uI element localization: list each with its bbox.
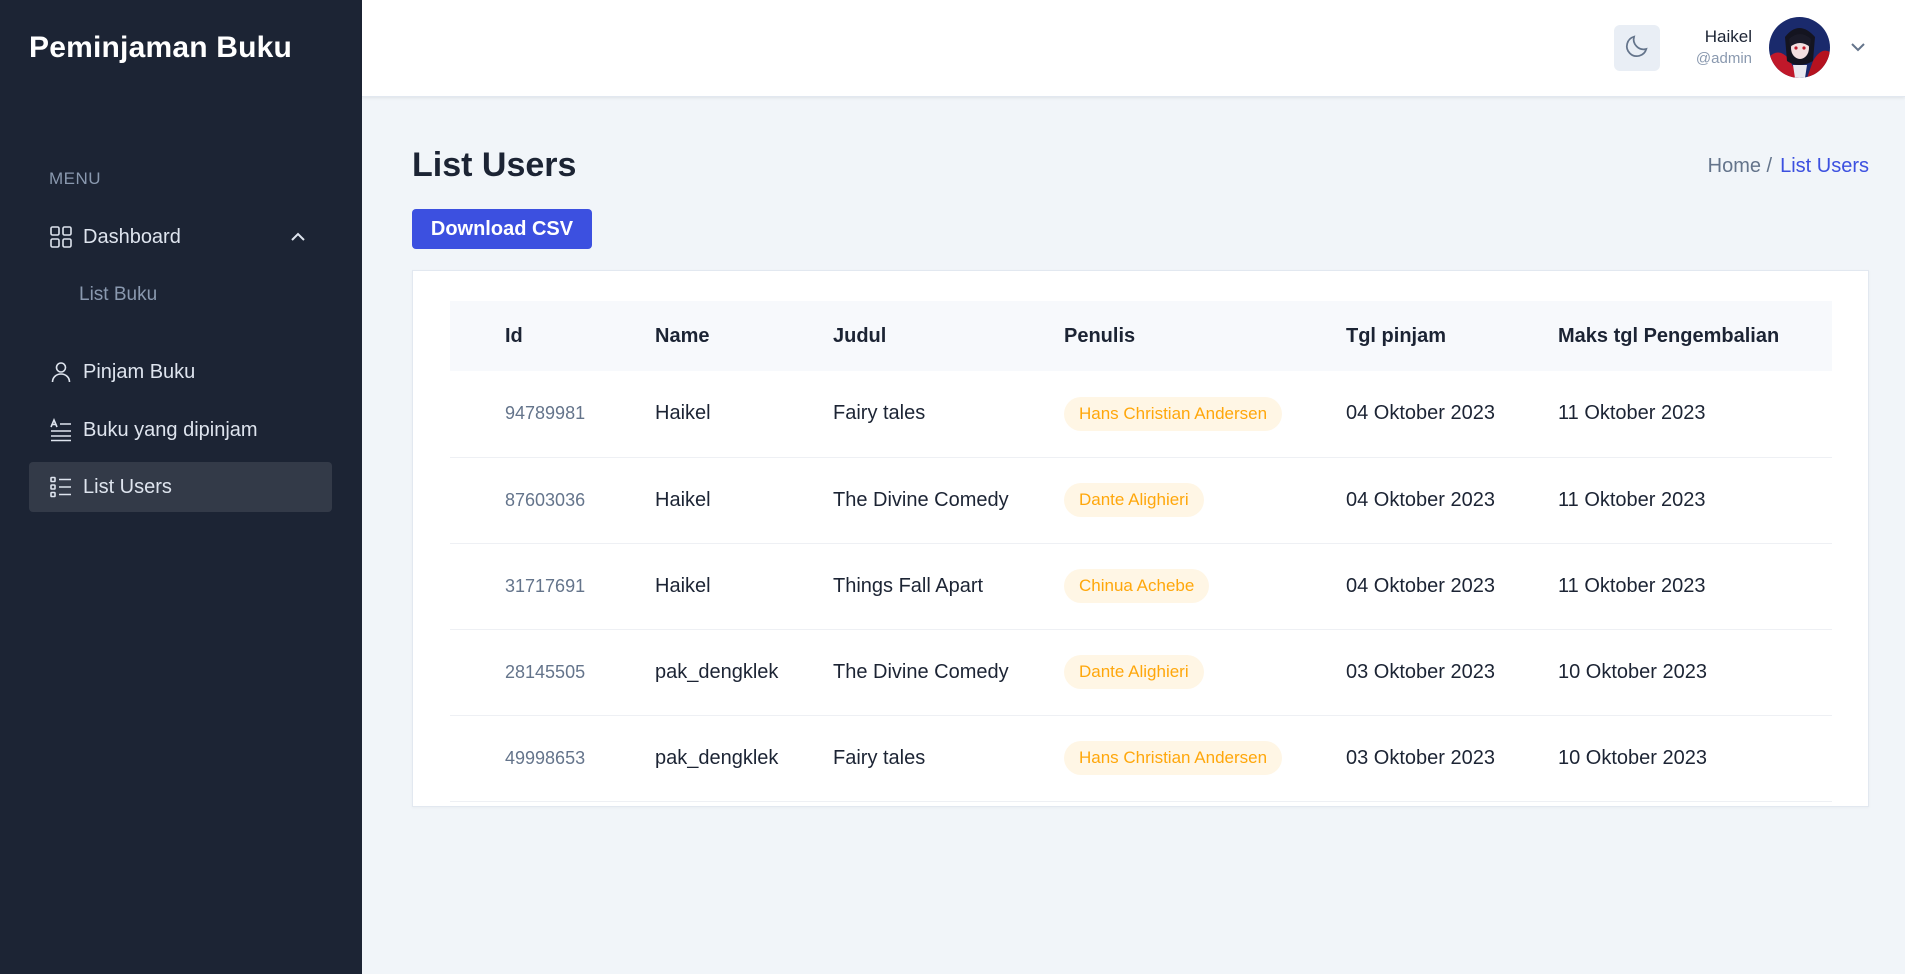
dashboard-grid-icon <box>49 225 73 249</box>
author-badge: Dante Alighieri <box>1064 655 1204 689</box>
chevron-down-icon[interactable] <box>1846 35 1870 59</box>
top-header: Haikel @admin <box>362 0 1905 97</box>
sidebar-item-buku-dipinjam[interactable]: Buku yang dipinjam <box>29 405 332 455</box>
breadcrumb-home-link[interactable]: Home / <box>1708 155 1772 178</box>
table-header-row: Id Name Judul Penulis Tgl pinjam Maks tg… <box>450 301 1832 371</box>
cell-id: 28145505 <box>450 629 655 716</box>
cell-judul: The Divine Comedy <box>833 457 1064 544</box>
cell-tgl-pinjam: 04 Oktober 2023 <box>1346 457 1558 544</box>
sidebar-item-pinjam-buku[interactable]: Pinjam Buku <box>29 347 332 397</box>
table-row: 49998653 pak_dengklek Fairy tales Hans C… <box>450 715 1832 802</box>
author-badge: Dante Alighieri <box>1064 483 1204 517</box>
moon-icon <box>1623 32 1651 65</box>
cell-tgl-pinjam: 03 Oktober 2023 <box>1346 629 1558 716</box>
sidebar-item-label: Pinjam Buku <box>83 360 196 383</box>
cell-judul: The Divine Comedy <box>833 629 1064 716</box>
cell-id: 87603036 <box>450 457 655 544</box>
download-csv-button[interactable]: Download CSV <box>412 209 592 249</box>
dark-mode-toggle[interactable] <box>1614 25 1660 71</box>
cell-penulis: Hans Christian Andersen <box>1064 715 1346 802</box>
column-header-penulis: Penulis <box>1064 324 1136 347</box>
cell-penulis: Hans Christian Andersen <box>1064 371 1346 458</box>
cell-maks-tgl: 10 Oktober 2023 <box>1558 715 1832 802</box>
sidebar-item-label: List Users <box>83 475 172 498</box>
avatar[interactable] <box>1769 17 1830 78</box>
app-brand[interactable]: Peminjaman Buku <box>29 31 292 65</box>
text-list-icon <box>49 418 73 442</box>
column-header-maks-tgl: Maks tgl Pengembalian <box>1558 324 1780 347</box>
list-icon <box>49 475 73 499</box>
sidebar-item-label: Dashboard <box>83 225 181 248</box>
cell-maks-tgl: 11 Oktober 2023 <box>1558 457 1832 544</box>
author-badge: Hans Christian Andersen <box>1064 741 1283 775</box>
cell-id: 31717691 <box>450 543 655 630</box>
cell-maks-tgl: 11 Oktober 2023 <box>1558 543 1832 630</box>
column-header-judul: Judul <box>833 324 887 347</box>
column-header-name: Name <box>655 324 710 347</box>
cell-penulis: Chinua Achebe <box>1064 543 1346 630</box>
cell-name: Haikel <box>655 371 833 458</box>
sidebar-item-label: Buku yang dipinjam <box>83 418 258 441</box>
cell-tgl-pinjam: 03 Oktober 2023 <box>1346 715 1558 802</box>
loans-table: Id Name Judul Penulis Tgl pinjam Maks tg… <box>450 301 1832 802</box>
chevron-up-icon[interactable] <box>286 225 310 249</box>
table-row: 28145505 pak_dengklek The Divine Comedy … <box>450 629 1832 716</box>
page-title: List Users <box>412 146 577 184</box>
cell-tgl-pinjam: 04 Oktober 2023 <box>1346 543 1558 630</box>
author-badge: Hans Christian Andersen <box>1064 396 1283 431</box>
column-header-tgl-pinjam: Tgl pinjam <box>1346 324 1446 347</box>
breadcrumb-current: List Users <box>1780 155 1869 177</box>
sidebar-item-list-users[interactable]: List Users <box>29 462 332 512</box>
author-badge: Chinua Achebe <box>1064 569 1210 603</box>
cell-judul: Fairy tales <box>833 371 1064 458</box>
table-row: 31717691 Haikel Things Fall Apart Chinua… <box>450 543 1832 630</box>
cell-name: pak_dengklek <box>655 715 833 802</box>
cell-judul: Fairy tales <box>833 715 1064 802</box>
table-row: 87603036 Haikel The Divine Comedy Dante … <box>450 457 1832 544</box>
cell-name: Haikel <box>655 457 833 544</box>
column-header-id: Id <box>505 324 523 347</box>
cell-id: 49998653 <box>450 715 655 802</box>
cell-name: pak_dengklek <box>655 629 833 716</box>
table-row: 94789981 Haikel Fairy tales Hans Christi… <box>450 371 1832 458</box>
breadcrumb: Home / List Users <box>1708 155 1869 178</box>
user-icon <box>49 360 73 384</box>
cell-penulis: Dante Alighieri <box>1064 629 1346 716</box>
cell-id: 94789981 <box>450 371 655 458</box>
cell-maks-tgl: 10 Oktober 2023 <box>1558 629 1832 716</box>
cell-tgl-pinjam: 04 Oktober 2023 <box>1346 371 1558 458</box>
cell-judul: Things Fall Apart <box>833 543 1064 630</box>
sidebar-subitem-list-buku[interactable]: List Buku <box>79 284 157 306</box>
cell-name: Haikel <box>655 543 833 630</box>
menu-heading: MENU <box>49 169 102 188</box>
users-table-card: Id Name Judul Penulis Tgl pinjam Maks tg… <box>412 270 1869 807</box>
cell-penulis: Dante Alighieri <box>1064 457 1346 544</box>
sidebar-item-dashboard[interactable]: Dashboard <box>29 212 332 262</box>
sidebar: Peminjaman Buku MENU Dashboard List Buku… <box>0 0 362 974</box>
cell-maks-tgl: 11 Oktober 2023 <box>1558 371 1832 458</box>
user-name: Haikel <box>1704 27 1752 46</box>
user-role: @admin <box>1695 50 1752 67</box>
